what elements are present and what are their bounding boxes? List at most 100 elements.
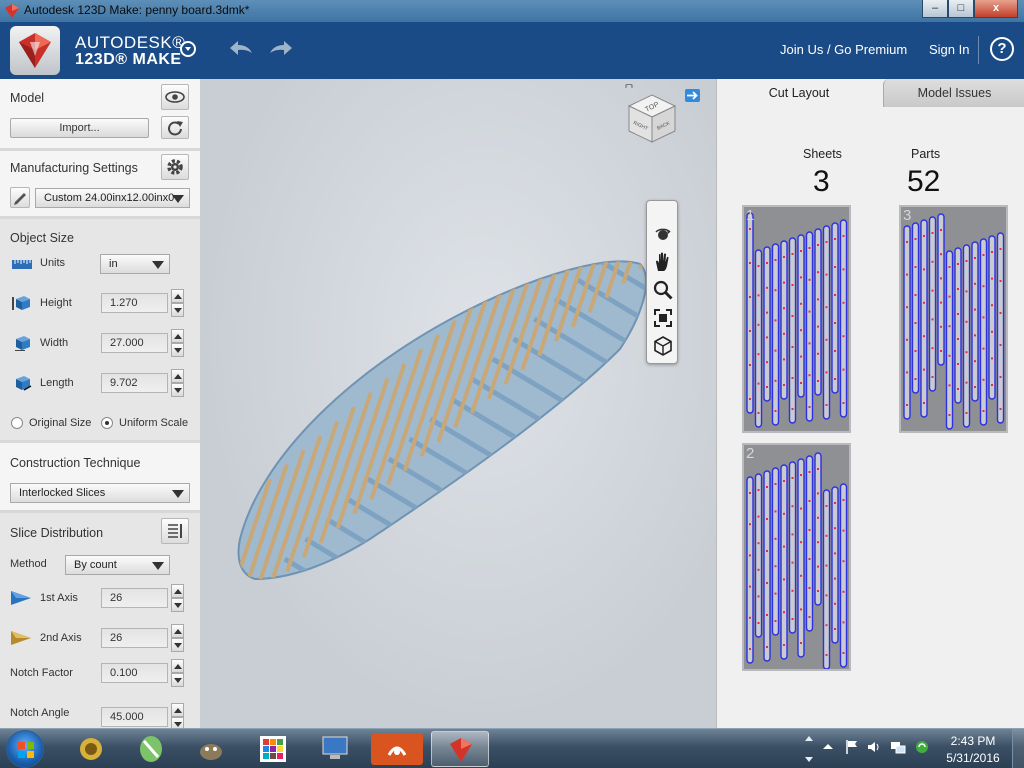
length-field[interactable]: 9.702 <box>101 373 168 393</box>
notch-angle-stepper[interactable] <box>171 703 184 728</box>
taskbar-app[interactable] <box>368 731 426 767</box>
sheet-thumbnail[interactable]: 2 <box>742 443 851 671</box>
length-decrement[interactable] <box>171 383 184 397</box>
axis1-stepper[interactable] <box>171 584 184 612</box>
axis2-stepper[interactable] <box>171 624 184 652</box>
height-increment[interactable] <box>171 289 184 303</box>
taskbar-app[interactable] <box>62 731 120 767</box>
taskbar-app-active[interactable] <box>431 731 489 767</box>
notch-factor-field[interactable]: 0.100 <box>101 663 168 683</box>
notch-mark <box>825 371 828 374</box>
sign-in-link[interactable]: Sign In <box>929 42 969 57</box>
notch-mark <box>757 622 760 624</box>
slice-options-button[interactable] <box>161 518 189 544</box>
notch-angle-decrement[interactable] <box>171 717 184 728</box>
header-divider <box>978 36 979 64</box>
axis1-increment[interactable] <box>171 584 184 598</box>
redo-icon[interactable] <box>266 36 296 60</box>
tab-model-issues[interactable]: Model Issues <box>883 79 1024 107</box>
clock-date[interactable]: 5/31/2016 <box>942 751 1004 765</box>
view-cube-icon[interactable] <box>652 335 674 357</box>
help-icon[interactable]: ? <box>990 37 1014 61</box>
taskbar-app[interactable] <box>306 731 364 767</box>
sheet-thumbnail[interactable]: 3 <box>899 205 1008 433</box>
sheet-thumbnail[interactable]: 1 <box>742 205 851 433</box>
axis2-field[interactable]: 26 <box>101 628 168 648</box>
uniform-scale-radio[interactable] <box>101 417 113 429</box>
tab-cut-layout[interactable]: Cut Layout <box>717 79 881 107</box>
join-premium-link[interactable]: Join Us / Go Premium <box>780 42 907 57</box>
notch-mark <box>825 241 828 243</box>
notch-mark <box>923 335 925 338</box>
notch-factor-decrement[interactable] <box>171 673 184 687</box>
penny-board-model[interactable] <box>200 79 716 728</box>
app-menu-dropdown-icon[interactable] <box>180 41 196 57</box>
orbit-icon[interactable] <box>652 223 674 245</box>
start-button[interactable] <box>6 730 44 768</box>
undo-icon[interactable] <box>226 36 256 60</box>
zoom-icon[interactable] <box>652 279 674 301</box>
width-stepper[interactable] <box>171 329 184 357</box>
view-cube[interactable]: TOP RIGHT BACK <box>623 84 683 148</box>
network-icon[interactable] <box>890 739 906 755</box>
notch-factor-increment[interactable] <box>171 659 184 673</box>
maximize-button[interactable]: □ <box>948 0 974 18</box>
notch-mark <box>991 304 993 307</box>
3d-viewport[interactable]: TOP RIGHT BACK <box>200 79 716 728</box>
close-button[interactable]: x <box>974 0 1018 18</box>
taskbar-app[interactable] <box>122 731 180 767</box>
construction-select[interactable]: Interlocked Slices <box>10 483 190 503</box>
visibility-button[interactable] <box>161 84 189 110</box>
home-icon[interactable] <box>625 84 633 88</box>
notch-mark <box>774 410 777 412</box>
import-button[interactable]: Import... <box>10 118 149 138</box>
show-hidden-icons-icon[interactable] <box>820 739 836 755</box>
height-decrement[interactable] <box>171 303 184 317</box>
pan-icon[interactable] <box>652 251 674 273</box>
volume-icon[interactable] <box>866 739 882 755</box>
original-size-radio[interactable] <box>11 417 23 429</box>
taskbar-app[interactable] <box>244 731 302 767</box>
refresh-button[interactable] <box>161 116 189 139</box>
part-outline <box>839 219 848 418</box>
taskbar-app[interactable] <box>182 731 240 767</box>
width-decrement[interactable] <box>171 343 184 357</box>
notch-mark <box>749 262 751 264</box>
sync-status-icon[interactable] <box>914 739 930 755</box>
axis2-decrement[interactable] <box>171 638 184 652</box>
length-stepper[interactable] <box>171 369 184 397</box>
method-select[interactable]: By count <box>65 555 170 575</box>
notch-angle-increment[interactable] <box>171 703 184 717</box>
minimize-button[interactable]: – <box>922 0 948 18</box>
app-logo[interactable] <box>10 26 60 75</box>
action-center-flag-icon[interactable] <box>844 739 860 755</box>
fit-icon[interactable] <box>652 307 674 329</box>
sheet-size-select[interactable]: Custom 24.00inx12.00inx0 <box>35 188 190 208</box>
axis2-increment[interactable] <box>171 624 184 638</box>
axis1-field[interactable]: 26 <box>101 588 168 608</box>
axis1-decrement[interactable] <box>171 598 184 612</box>
width-increment[interactable] <box>171 329 184 343</box>
width-field[interactable]: 27.000 <box>101 333 168 353</box>
notch-mark <box>783 281 785 284</box>
length-increment[interactable] <box>171 369 184 383</box>
panel-toggle-arrow-icon[interactable] <box>685 89 700 102</box>
notch-mark <box>766 486 768 488</box>
notch-mark <box>842 335 845 338</box>
clock-time[interactable]: 2:43 PM <box>946 734 1000 748</box>
edit-sheet-button[interactable] <box>10 187 30 208</box>
notch-factor-stepper[interactable] <box>171 659 184 687</box>
notch-mark <box>999 248 1002 250</box>
part-outline <box>979 238 988 426</box>
units-select[interactable]: in <box>100 254 170 274</box>
taskbar-scroll[interactable] <box>804 731 814 767</box>
notch-angle-field[interactable]: 45.000 <box>101 707 168 727</box>
notch-mark <box>808 374 811 377</box>
notch-mark <box>914 350 917 352</box>
height-field[interactable]: 1.270 <box>101 293 168 313</box>
settings-button[interactable] <box>161 154 189 180</box>
123d-make-icon <box>450 738 472 762</box>
show-desktop-button[interactable] <box>1012 729 1024 768</box>
height-stepper[interactable] <box>171 289 184 317</box>
uniform-scale-label: Uniform Scale <box>119 417 189 429</box>
